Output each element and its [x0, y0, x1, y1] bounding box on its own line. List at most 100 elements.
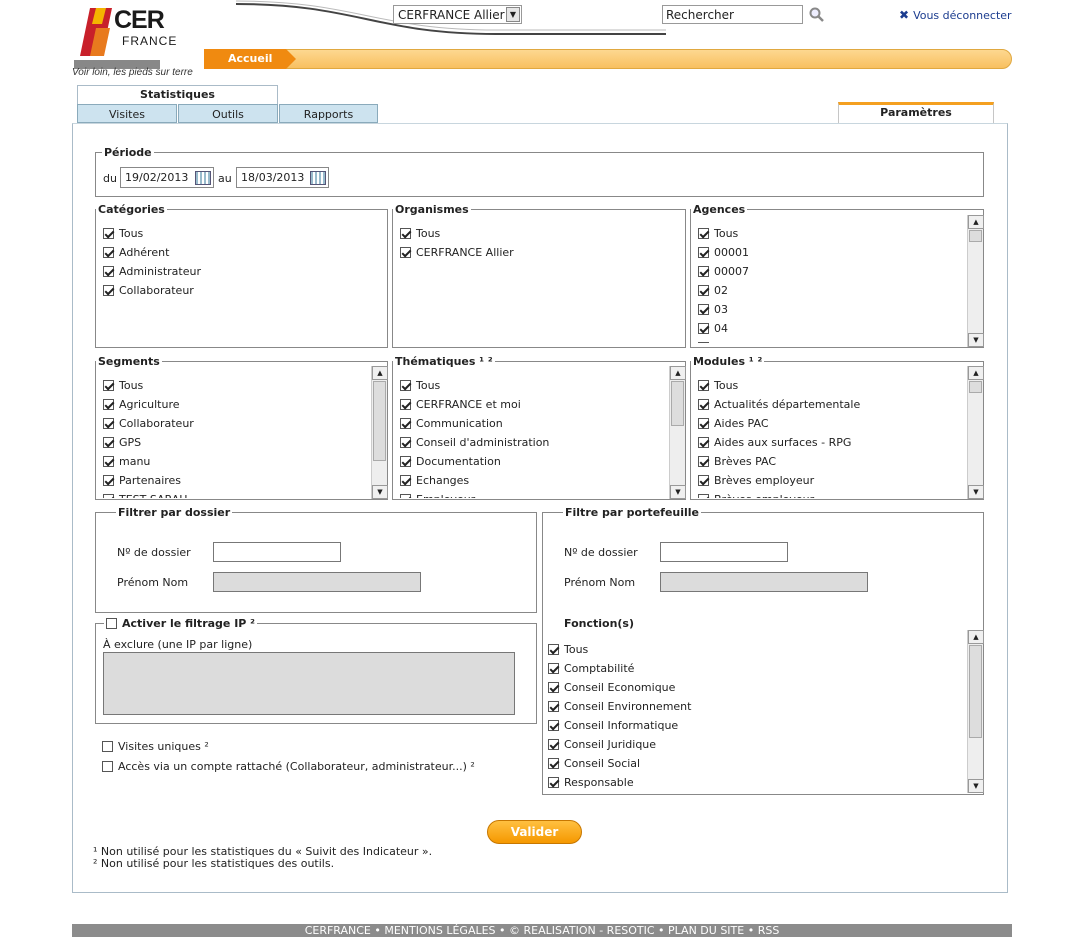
- checkbox-item[interactable]: Brèves employeur: [698, 490, 963, 498]
- checkbox[interactable]: [548, 777, 559, 788]
- checkbox[interactable]: [698, 437, 709, 448]
- checkbox-item[interactable]: 02: [698, 281, 963, 300]
- search-input[interactable]: [662, 5, 803, 24]
- checkbox[interactable]: [400, 418, 411, 429]
- checkbox[interactable]: [400, 228, 411, 239]
- checkbox-item[interactable]: Tous: [400, 376, 665, 395]
- checkbox[interactable]: [103, 494, 114, 498]
- scroll-up-icon[interactable]: ▲: [968, 215, 984, 229]
- segments-scrollbar[interactable]: ▲ ▼: [371, 366, 388, 499]
- modules-scrollbar[interactable]: ▲ ▼: [967, 366, 984, 499]
- scroll-up-icon[interactable]: ▲: [968, 630, 984, 644]
- checkbox[interactable]: [698, 380, 709, 391]
- scroll-thumb[interactable]: [373, 381, 386, 461]
- ip-exclude-textarea[interactable]: [103, 652, 515, 715]
- checkbox[interactable]: [698, 399, 709, 410]
- checkbox[interactable]: [548, 758, 559, 769]
- scroll-thumb[interactable]: [969, 230, 982, 242]
- checkbox[interactable]: [548, 701, 559, 712]
- checkbox[interactable]: [698, 304, 709, 315]
- thematiques-scrollbar[interactable]: ▲ ▼: [669, 366, 686, 499]
- checkbox[interactable]: [548, 739, 559, 750]
- footer[interactable]: CERFRANCE • MENTIONS LÉGALES • © REALISA…: [72, 924, 1012, 937]
- checkbox-item[interactable]: Conseil Informatique: [548, 716, 963, 735]
- breadcrumb-home[interactable]: Accueil: [228, 52, 272, 65]
- scroll-thumb[interactable]: [671, 381, 684, 426]
- checkbox-item[interactable]: Conseil d'administration: [400, 433, 665, 452]
- checkbox[interactable]: [103, 399, 114, 410]
- checkbox-item[interactable]: Conseil Environnement: [548, 697, 963, 716]
- checkbox-item[interactable]: Brèves PAC: [698, 452, 963, 471]
- date-from-field[interactable]: 19/02/2013: [120, 167, 214, 188]
- checkbox[interactable]: [698, 342, 709, 343]
- checkbox-item[interactable]: 00001: [698, 243, 963, 262]
- checkbox-item[interactable]: TEST SARAH: [103, 490, 368, 498]
- checkbox-item[interactable]: CERFRANCE Allier: [400, 243, 680, 262]
- scroll-down-icon[interactable]: ▼: [968, 779, 984, 793]
- scroll-up-icon[interactable]: ▲: [968, 366, 984, 380]
- checkbox-item[interactable]: Comptabilité: [548, 659, 963, 678]
- checkbox[interactable]: [698, 247, 709, 258]
- checkbox[interactable]: [400, 247, 411, 258]
- checkbox-item[interactable]: Echanges: [400, 471, 665, 490]
- checkbox[interactable]: [548, 644, 559, 655]
- organism-select[interactable]: CERFRANCE Allier ▼: [393, 5, 522, 24]
- checkbox-item[interactable]: manu: [103, 452, 368, 471]
- tab-parametres[interactable]: Paramètres: [838, 102, 994, 123]
- calendar-icon[interactable]: [195, 170, 211, 185]
- checkbox-item[interactable]: Responsable: [548, 773, 963, 792]
- scroll-thumb[interactable]: [969, 381, 982, 393]
- checkbox[interactable]: [698, 228, 709, 239]
- agences-scrollbar[interactable]: ▲ ▼: [967, 215, 984, 347]
- logout-link[interactable]: ✖ Vous déconnecter: [899, 8, 1012, 22]
- checkbox-item[interactable]: 04: [698, 319, 963, 338]
- visites-uniques-option[interactable]: Visites uniques ²: [102, 737, 209, 756]
- checkbox[interactable]: [103, 475, 114, 486]
- checkbox[interactable]: [698, 285, 709, 296]
- checkbox-item[interactable]: Conseil Juridique: [548, 735, 963, 754]
- checkbox[interactable]: [698, 418, 709, 429]
- acces-rattache-checkbox[interactable]: [102, 761, 113, 772]
- checkbox-item[interactable]: Aides PAC: [698, 414, 963, 433]
- checkbox[interactable]: [400, 399, 411, 410]
- checkbox-item[interactable]: Adhérent: [103, 243, 383, 262]
- checkbox-item[interactable]: Agriculture: [103, 395, 368, 414]
- checkbox[interactable]: [103, 437, 114, 448]
- checkbox-item[interactable]: Partenaires: [103, 471, 368, 490]
- checkbox-item[interactable]: 03: [698, 300, 963, 319]
- valider-button[interactable]: Valider: [487, 820, 582, 844]
- checkbox-item[interactable]: Brèves employeur: [698, 471, 963, 490]
- search-icon[interactable]: [808, 6, 825, 23]
- calendar-icon[interactable]: [310, 170, 326, 185]
- portefeuille-name-input[interactable]: [660, 572, 868, 592]
- visites-uniques-checkbox[interactable]: [102, 741, 113, 752]
- checkbox-item[interactable]: Employeur: [400, 490, 665, 498]
- checkbox-item[interactable]: Conseil Social: [548, 754, 963, 773]
- checkbox-item[interactable]: Collaborateur: [103, 414, 368, 433]
- checkbox-item[interactable]: 00007: [698, 262, 963, 281]
- checkbox[interactable]: [698, 456, 709, 467]
- checkbox[interactable]: [103, 456, 114, 467]
- scroll-down-icon[interactable]: ▼: [372, 485, 388, 499]
- scroll-down-icon[interactable]: ▼: [670, 485, 686, 499]
- checkbox[interactable]: [698, 266, 709, 277]
- checkbox-item[interactable]: Administrateur: [103, 262, 383, 281]
- checkbox[interactable]: [548, 720, 559, 731]
- checkbox-item[interactable]: Tous: [698, 376, 963, 395]
- dossier-name-input[interactable]: [213, 572, 421, 592]
- tab-outils[interactable]: Outils: [178, 104, 278, 123]
- scroll-thumb[interactable]: [969, 645, 982, 738]
- checkbox[interactable]: [698, 475, 709, 486]
- filtrage-ip-checkbox[interactable]: [106, 618, 117, 629]
- checkbox[interactable]: [103, 380, 114, 391]
- scroll-down-icon[interactable]: ▼: [968, 333, 984, 347]
- checkbox-item[interactable]: Collaborateur: [103, 281, 383, 300]
- checkbox-item[interactable]: Tous: [400, 224, 680, 243]
- checkbox-item[interactable]: Actualités départementale: [698, 395, 963, 414]
- checkbox[interactable]: [103, 418, 114, 429]
- tab-statistiques[interactable]: Statistiques: [77, 85, 278, 105]
- checkbox-item[interactable]: Tous: [103, 224, 383, 243]
- checkbox-item[interactable]: Documentation: [400, 452, 665, 471]
- checkbox[interactable]: [400, 437, 411, 448]
- checkbox[interactable]: [400, 456, 411, 467]
